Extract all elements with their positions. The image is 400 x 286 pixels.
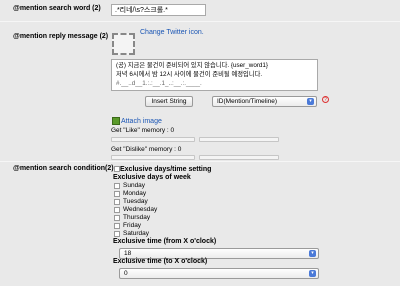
day-label: Saturday: [123, 230, 150, 237]
days-heading: Exclusive days of week: [113, 174, 191, 181]
row-separator: [0, 161, 400, 162]
to-time-select[interactable]: 0 ▾: [119, 268, 319, 279]
day-checkbox-tuesday[interactable]: [114, 199, 120, 205]
attach-image-link[interactable]: Attach image: [121, 118, 162, 125]
change-twitter-icon-link[interactable]: Change Twitter icon.: [140, 29, 204, 36]
to-time-value: 0: [124, 270, 128, 277]
to-time-label: Exclusive time (to X o'clock): [113, 258, 208, 265]
day-checkbox-wednesday[interactable]: [114, 207, 120, 213]
chevron-down-icon: ▾: [309, 250, 316, 257]
help-icon[interactable]: ?: [322, 96, 329, 103]
reply-message-textarea[interactable]: (공) 지금은 물건이 준비되어 있지 않습니다. {user_word1} 저…: [111, 59, 318, 91]
dislike-memory-slider[interactable]: [199, 155, 279, 160]
like-memory-text: Get "Like" memory : 0: [111, 127, 175, 134]
reply-line: (공) 지금은 물건이 준비되어 있지 않습니다. {user_word1}: [116, 62, 269, 69]
insert-type-select[interactable]: ID(Mention/Timeline) ▾: [212, 96, 317, 107]
day-label: Monday: [123, 190, 147, 197]
day-label: Friday: [123, 222, 142, 229]
day-checkbox-saturday[interactable]: [114, 231, 120, 237]
search-word-input[interactable]: .*리네/\s?스크롤.*: [111, 4, 206, 16]
day-checkbox-friday[interactable]: [114, 223, 120, 229]
insert-type-value: ID(Mention/Timeline): [217, 98, 278, 105]
day-checkbox-sunday[interactable]: [114, 183, 120, 189]
from-time-label: Exclusive time (from X o'clock): [113, 238, 217, 245]
day-label: Sunday: [123, 182, 146, 189]
from-time-value: 18: [124, 250, 132, 257]
day-label: Wednesday: [123, 206, 158, 213]
reply-message-label: @mention reply message (2): [13, 33, 109, 40]
chevron-down-icon: ▾: [309, 270, 316, 277]
day-checkbox-monday[interactable]: [114, 191, 120, 197]
twitter-icon-placeholder[interactable]: [112, 33, 135, 55]
row-separator: [0, 21, 400, 22]
dislike-memory-text: Get "Dislike" memory : 0: [111, 146, 182, 153]
day-label: Thursday: [123, 214, 151, 221]
like-memory-slider[interactable]: [199, 137, 279, 142]
chevron-down-icon: ▾: [307, 98, 314, 105]
reply-line: 저녁 6시에서 밤 12시 사이에 물건이 준비될 예정입니다.: [116, 71, 263, 78]
search-word-label: @mention search word (2): [13, 5, 101, 12]
insert-string-button[interactable]: Insert String: [145, 96, 193, 107]
day-checkbox-thursday[interactable]: [114, 215, 120, 221]
attach-image-icon: [112, 117, 120, 125]
day-label: Tuesday: [123, 198, 148, 205]
like-memory-slider[interactable]: [111, 137, 195, 142]
reply-line: #.__..d__1.:.:__.1_..:__.:.____.: [116, 80, 202, 87]
exclusive-setting-label: Exclusive days/time setting: [120, 166, 212, 173]
dislike-memory-slider[interactable]: [111, 155, 195, 160]
search-condition-label: @mention search condition(2): [13, 165, 114, 172]
